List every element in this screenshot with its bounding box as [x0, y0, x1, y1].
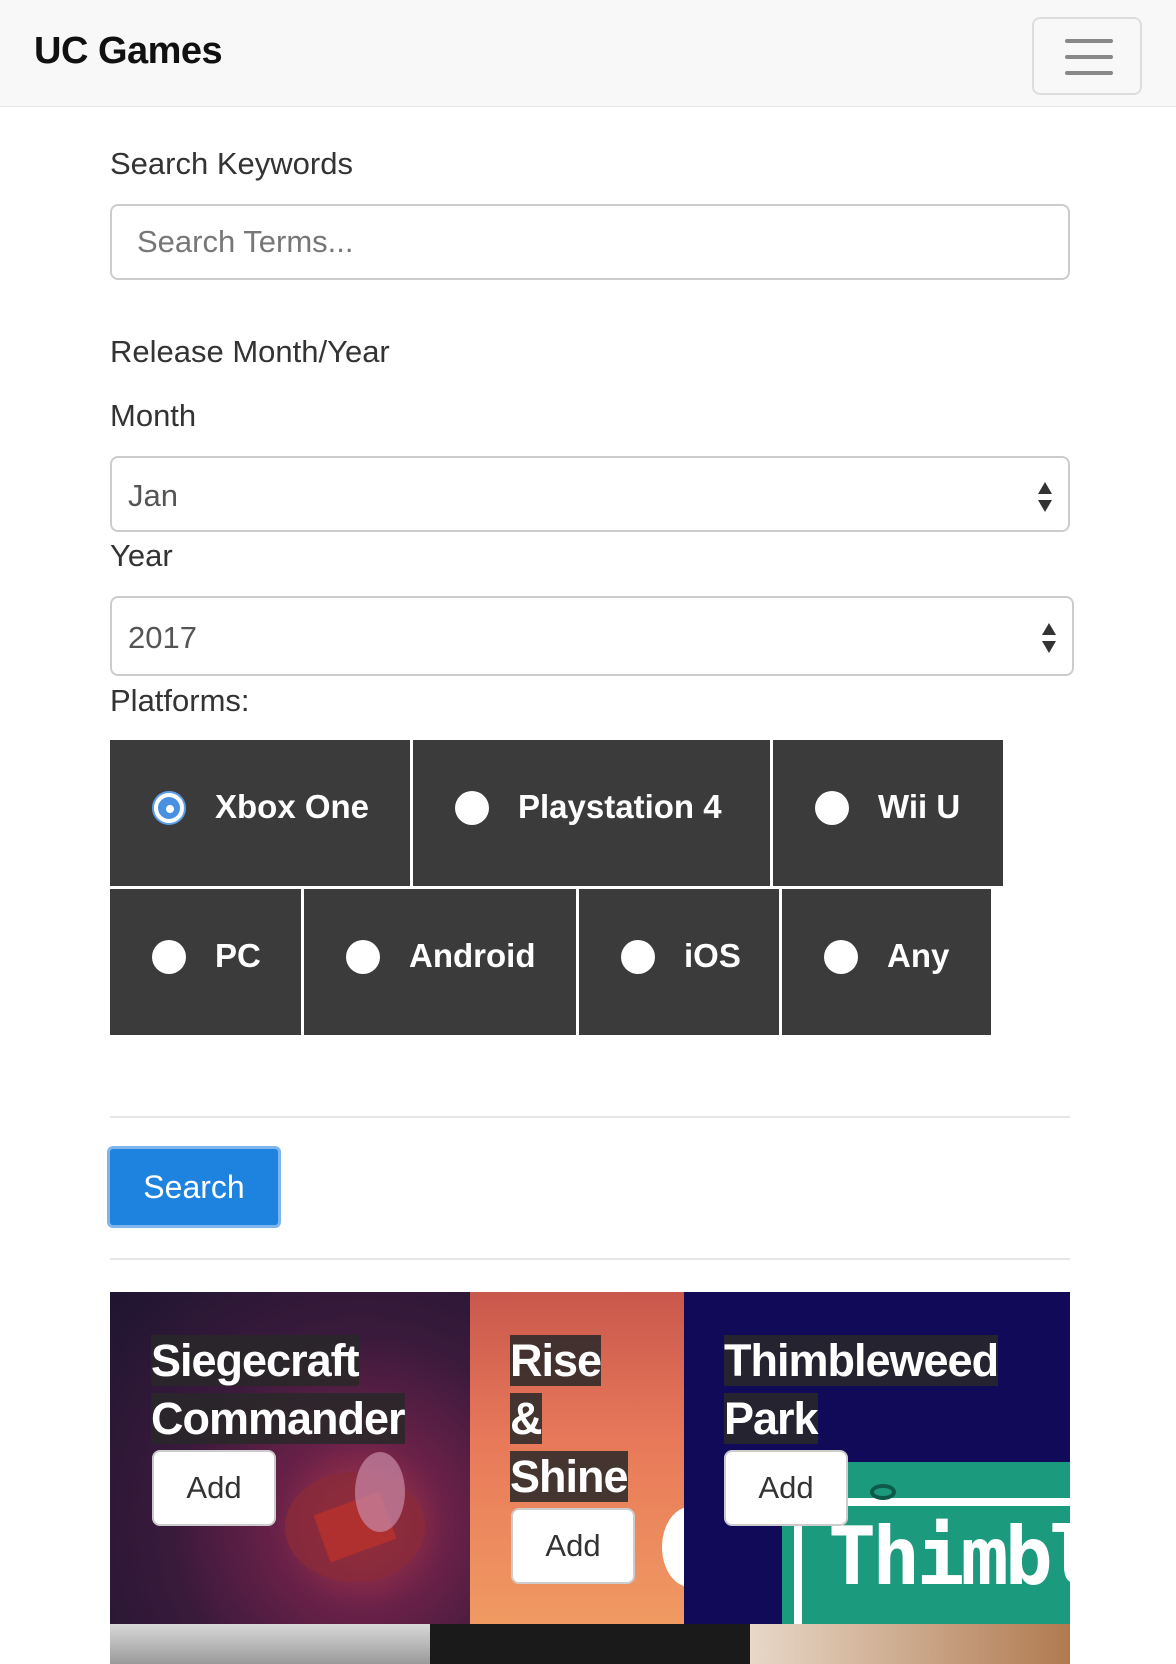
- platform-option-ios[interactable]: iOS: [579, 889, 779, 1035]
- year-select-value: 2017: [128, 620, 197, 655]
- radio-icon[interactable]: [455, 791, 489, 825]
- add-button[interactable]: Add: [152, 1450, 276, 1526]
- game-card-thimbleweed-park: Thimbl Thimbleweed Park Add: [684, 1292, 1070, 1624]
- add-button[interactable]: Add: [724, 1450, 848, 1526]
- updown-arrows-icon: [1038, 482, 1052, 512]
- menu-toggle-button[interactable]: [1032, 17, 1142, 95]
- platform-label: Android: [409, 937, 536, 974]
- game-card-siegecraft-commander: Siegecraft Commander Add: [110, 1292, 470, 1624]
- game-card-rise-and-shine: Rise & Shine Add: [470, 1292, 684, 1624]
- radio-icon[interactable]: [815, 791, 849, 825]
- divider: [110, 1258, 1070, 1260]
- platform-label: iOS: [684, 937, 741, 974]
- platform-option-pc[interactable]: PC: [110, 889, 301, 1035]
- platform-option-any[interactable]: Any: [782, 889, 991, 1035]
- search-keywords-label: Search Keywords: [110, 146, 353, 181]
- platform-option-wii-u[interactable]: Wii U: [773, 740, 1003, 886]
- platform-option-android[interactable]: Android: [304, 889, 576, 1035]
- game-card-thumbnail: [430, 1624, 750, 1664]
- search-button[interactable]: Search: [107, 1146, 281, 1228]
- game-title: Thimbleweed Park: [724, 1335, 999, 1444]
- month-select[interactable]: Jan: [110, 456, 1070, 532]
- platforms-label: Platforms:: [110, 683, 250, 718]
- search-input[interactable]: [110, 204, 1070, 280]
- platform-option-playstation-4[interactable]: Playstation 4: [413, 740, 770, 886]
- game-title: Siegecraft Commander: [151, 1335, 406, 1444]
- game-card-thumbnail: [750, 1624, 1070, 1664]
- radio-icon[interactable]: [824, 940, 858, 974]
- radio-icon[interactable]: [152, 940, 186, 974]
- game-art-text: Thimbl: [828, 1510, 1070, 1603]
- brand-logo[interactable]: UC Games: [34, 30, 223, 73]
- divider: [110, 1116, 1070, 1118]
- platform-label: PC: [215, 937, 261, 974]
- updown-arrows-icon: [1042, 623, 1056, 653]
- radio-selected-icon[interactable]: [152, 791, 186, 825]
- radio-icon[interactable]: [621, 940, 655, 974]
- radio-icon[interactable]: [346, 940, 380, 974]
- platform-label: Xbox One: [215, 788, 370, 825]
- year-select[interactable]: 2017: [110, 596, 1074, 676]
- month-label: Month: [110, 398, 197, 433]
- add-button[interactable]: Add: [511, 1508, 635, 1584]
- platform-label: Wii U: [878, 788, 961, 825]
- platform-label: Any: [887, 937, 950, 974]
- game-card-thumbnail: [110, 1624, 430, 1664]
- game-art-image: [285, 1452, 425, 1582]
- year-label: Year: [110, 538, 173, 573]
- navbar: UC Games: [0, 0, 1176, 107]
- game-art-image: [662, 1507, 684, 1587]
- release-heading: Release Month/Year: [110, 334, 390, 369]
- platform-option-xbox-one[interactable]: Xbox One: [110, 740, 410, 886]
- platform-label: Playstation 4: [518, 788, 722, 825]
- game-title: Rise & Shine: [510, 1335, 629, 1502]
- month-select-value: Jan: [128, 478, 178, 513]
